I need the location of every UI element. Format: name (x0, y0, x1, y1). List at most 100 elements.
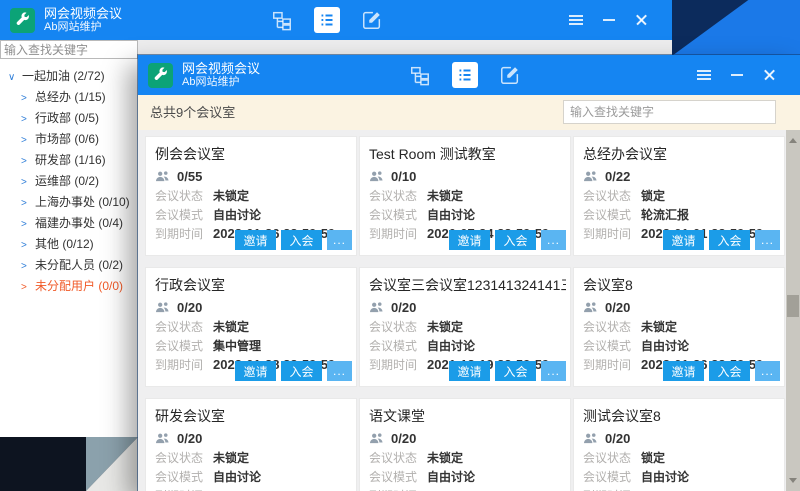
people-icon (155, 432, 170, 445)
tree-arrow-icon[interactable]: > (21, 193, 31, 214)
status-value: 未锁定 (213, 320, 249, 334)
member-count: 0/22 (605, 169, 630, 184)
member-count: 0/20 (391, 431, 416, 446)
scroll-up-icon[interactable] (789, 134, 797, 143)
meeting-room-card: 研发会议室 0/20 会议状态未锁定 会议模式自由讨论 到期时间2022-01-… (146, 399, 356, 491)
invite-button[interactable]: 邀请 (235, 230, 276, 250)
menu-button[interactable] (696, 67, 712, 83)
join-button[interactable]: 入会 (281, 230, 322, 250)
join-button[interactable]: 入会 (495, 230, 536, 250)
invite-button[interactable]: 邀请 (449, 230, 490, 250)
tree-item-2[interactable]: >行政部 (0/5) (0, 108, 138, 129)
tree-item-1[interactable]: >总经办 (1/15) (0, 87, 138, 108)
room-title: 测试会议室8 (583, 406, 780, 426)
mode-row: 会议模式自由讨论 (369, 470, 566, 484)
invite-button[interactable]: 邀请 (663, 361, 704, 381)
mode-row: 会议模式自由讨论 (369, 339, 566, 353)
member-count: 0/20 (605, 431, 630, 446)
foreground-window: 网会视频会议 Ab网站维护 (138, 55, 800, 491)
tree-arrow-icon[interactable]: > (21, 172, 31, 193)
close-button[interactable] (634, 12, 650, 28)
mode-row: 会议模式轮流汇报 (583, 208, 780, 222)
tree-item-6[interactable]: >上海办事处 (0/10) (0, 192, 138, 213)
room-title: Test Room 测试教室 (369, 144, 566, 164)
tree-arrow-icon[interactable]: > (21, 235, 31, 256)
join-button[interactable]: 入会 (281, 361, 322, 381)
sidebar-search-input[interactable] (0, 40, 138, 59)
more-button[interactable]: ... (755, 361, 780, 381)
status-row: 会议状态未锁定 (369, 320, 566, 334)
member-count-row: 0/20 (583, 431, 780, 446)
org-chart-icon[interactable] (408, 63, 432, 87)
foreground-window-titlebar[interactable]: 网会视频会议 Ab网站维护 (138, 55, 800, 95)
tree-arrow-icon[interactable]: > (21, 214, 31, 235)
vertical-scrollbar[interactable] (786, 130, 800, 491)
room-list-icon[interactable] (314, 7, 340, 33)
join-button[interactable]: 入会 (709, 230, 750, 250)
room-search-input[interactable] (563, 100, 776, 124)
mode-row: 会议模式自由讨论 (583, 339, 780, 353)
status-label: 会议状态 (369, 189, 427, 203)
tree-arrow-icon[interactable]: ∨ (8, 67, 18, 88)
member-count-row: 0/20 (155, 300, 352, 315)
tree-item-9[interactable]: >未分配人员 (0/2) (0, 255, 138, 276)
room-title: 研发会议室 (155, 406, 352, 426)
meeting-room-card: 总经办会议室 0/22 会议状态锁定 会议模式轮流汇报 到期时间2022-01-… (574, 137, 784, 255)
status-label: 会议状态 (583, 451, 641, 465)
room-title: 行政会议室 (155, 275, 352, 295)
invite-button[interactable]: 邀请 (449, 361, 490, 381)
more-button[interactable]: ... (541, 361, 566, 381)
room-title: 语文课堂 (369, 406, 566, 426)
tree-item-8[interactable]: >其他 (0/12) (0, 234, 138, 255)
tree-item-5[interactable]: >运维部 (0/2) (0, 171, 138, 192)
tree-item-10[interactable]: >未分配用户 (0/0) (0, 276, 138, 297)
mode-row: 会议模式自由讨论 (583, 470, 780, 484)
edit-icon[interactable] (498, 63, 522, 87)
status-label: 会议状态 (583, 320, 641, 334)
status-label: 会议状态 (583, 189, 641, 203)
tree-arrow-icon[interactable]: > (21, 109, 31, 130)
tree-arrow-icon[interactable]: > (21, 88, 31, 109)
scroll-down-icon[interactable] (789, 478, 797, 487)
card-actions: 邀请 入会 ... (449, 361, 566, 381)
meeting-room-card: 测试会议室8 0/20 会议状态锁定 会议模式自由讨论 到期时间2021-06-… (574, 399, 784, 491)
card-actions: 邀请 入会 ... (663, 230, 780, 250)
tree-item-0[interactable]: ∨一起加油 (2/72) (0, 66, 138, 87)
join-button[interactable]: 入会 (709, 361, 750, 381)
tree-item-7[interactable]: > 福建办事处 (0/4) (0, 213, 138, 234)
close-button[interactable] (762, 67, 778, 83)
more-button[interactable]: ... (541, 230, 566, 250)
meeting-room-card: 语文课堂 0/20 会议状态未锁定 会议模式自由讨论 到期时间2022-01-2… (360, 399, 570, 491)
invite-button[interactable]: 邀请 (235, 361, 276, 381)
tree-arrow-icon[interactable]: > (21, 151, 31, 172)
tree-arrow-icon[interactable]: > (21, 277, 31, 298)
minimize-button[interactable] (601, 12, 617, 28)
room-list-icon[interactable] (452, 62, 478, 88)
background-window-titlebar[interactable]: 网会视频会议 Ab网站维护 (0, 0, 672, 40)
tree-item-label: 福建办事处 (0/4) (35, 216, 123, 230)
scrollbar-thumb[interactable] (787, 295, 799, 317)
app-titles: 网会视频会议 Ab网站维护 (182, 61, 260, 90)
tree-item-3[interactable]: >市场部 (0/6) (0, 129, 138, 150)
org-tree: ∨一起加油 (2/72) >总经办 (1/15) >行政部 (0/5) >市场部… (0, 59, 138, 297)
tree-arrow-icon[interactable]: > (21, 256, 31, 277)
edit-icon[interactable] (360, 8, 384, 32)
room-title: 总经办会议室 (583, 144, 780, 164)
tree-item-4[interactable]: >研发部 (1/16) (0, 150, 138, 171)
member-count: 0/20 (391, 300, 416, 315)
wallpaper-navy-triangle (660, 0, 752, 62)
menu-button[interactable] (568, 12, 584, 28)
people-icon (583, 432, 598, 445)
join-button[interactable]: 入会 (495, 361, 536, 381)
more-button[interactable]: ... (327, 361, 352, 381)
more-button[interactable]: ... (755, 230, 780, 250)
more-button[interactable]: ... (327, 230, 352, 250)
mode-value: 自由讨论 (641, 470, 689, 484)
minimize-button[interactable] (729, 67, 745, 83)
tree-arrow-icon[interactable]: > (21, 130, 31, 151)
invite-button[interactable]: 邀请 (663, 230, 704, 250)
org-chart-icon[interactable] (270, 8, 294, 32)
card-actions: 邀请 入会 ... (449, 230, 566, 250)
mode-value: 自由讨论 (213, 470, 261, 484)
people-icon (369, 301, 384, 314)
